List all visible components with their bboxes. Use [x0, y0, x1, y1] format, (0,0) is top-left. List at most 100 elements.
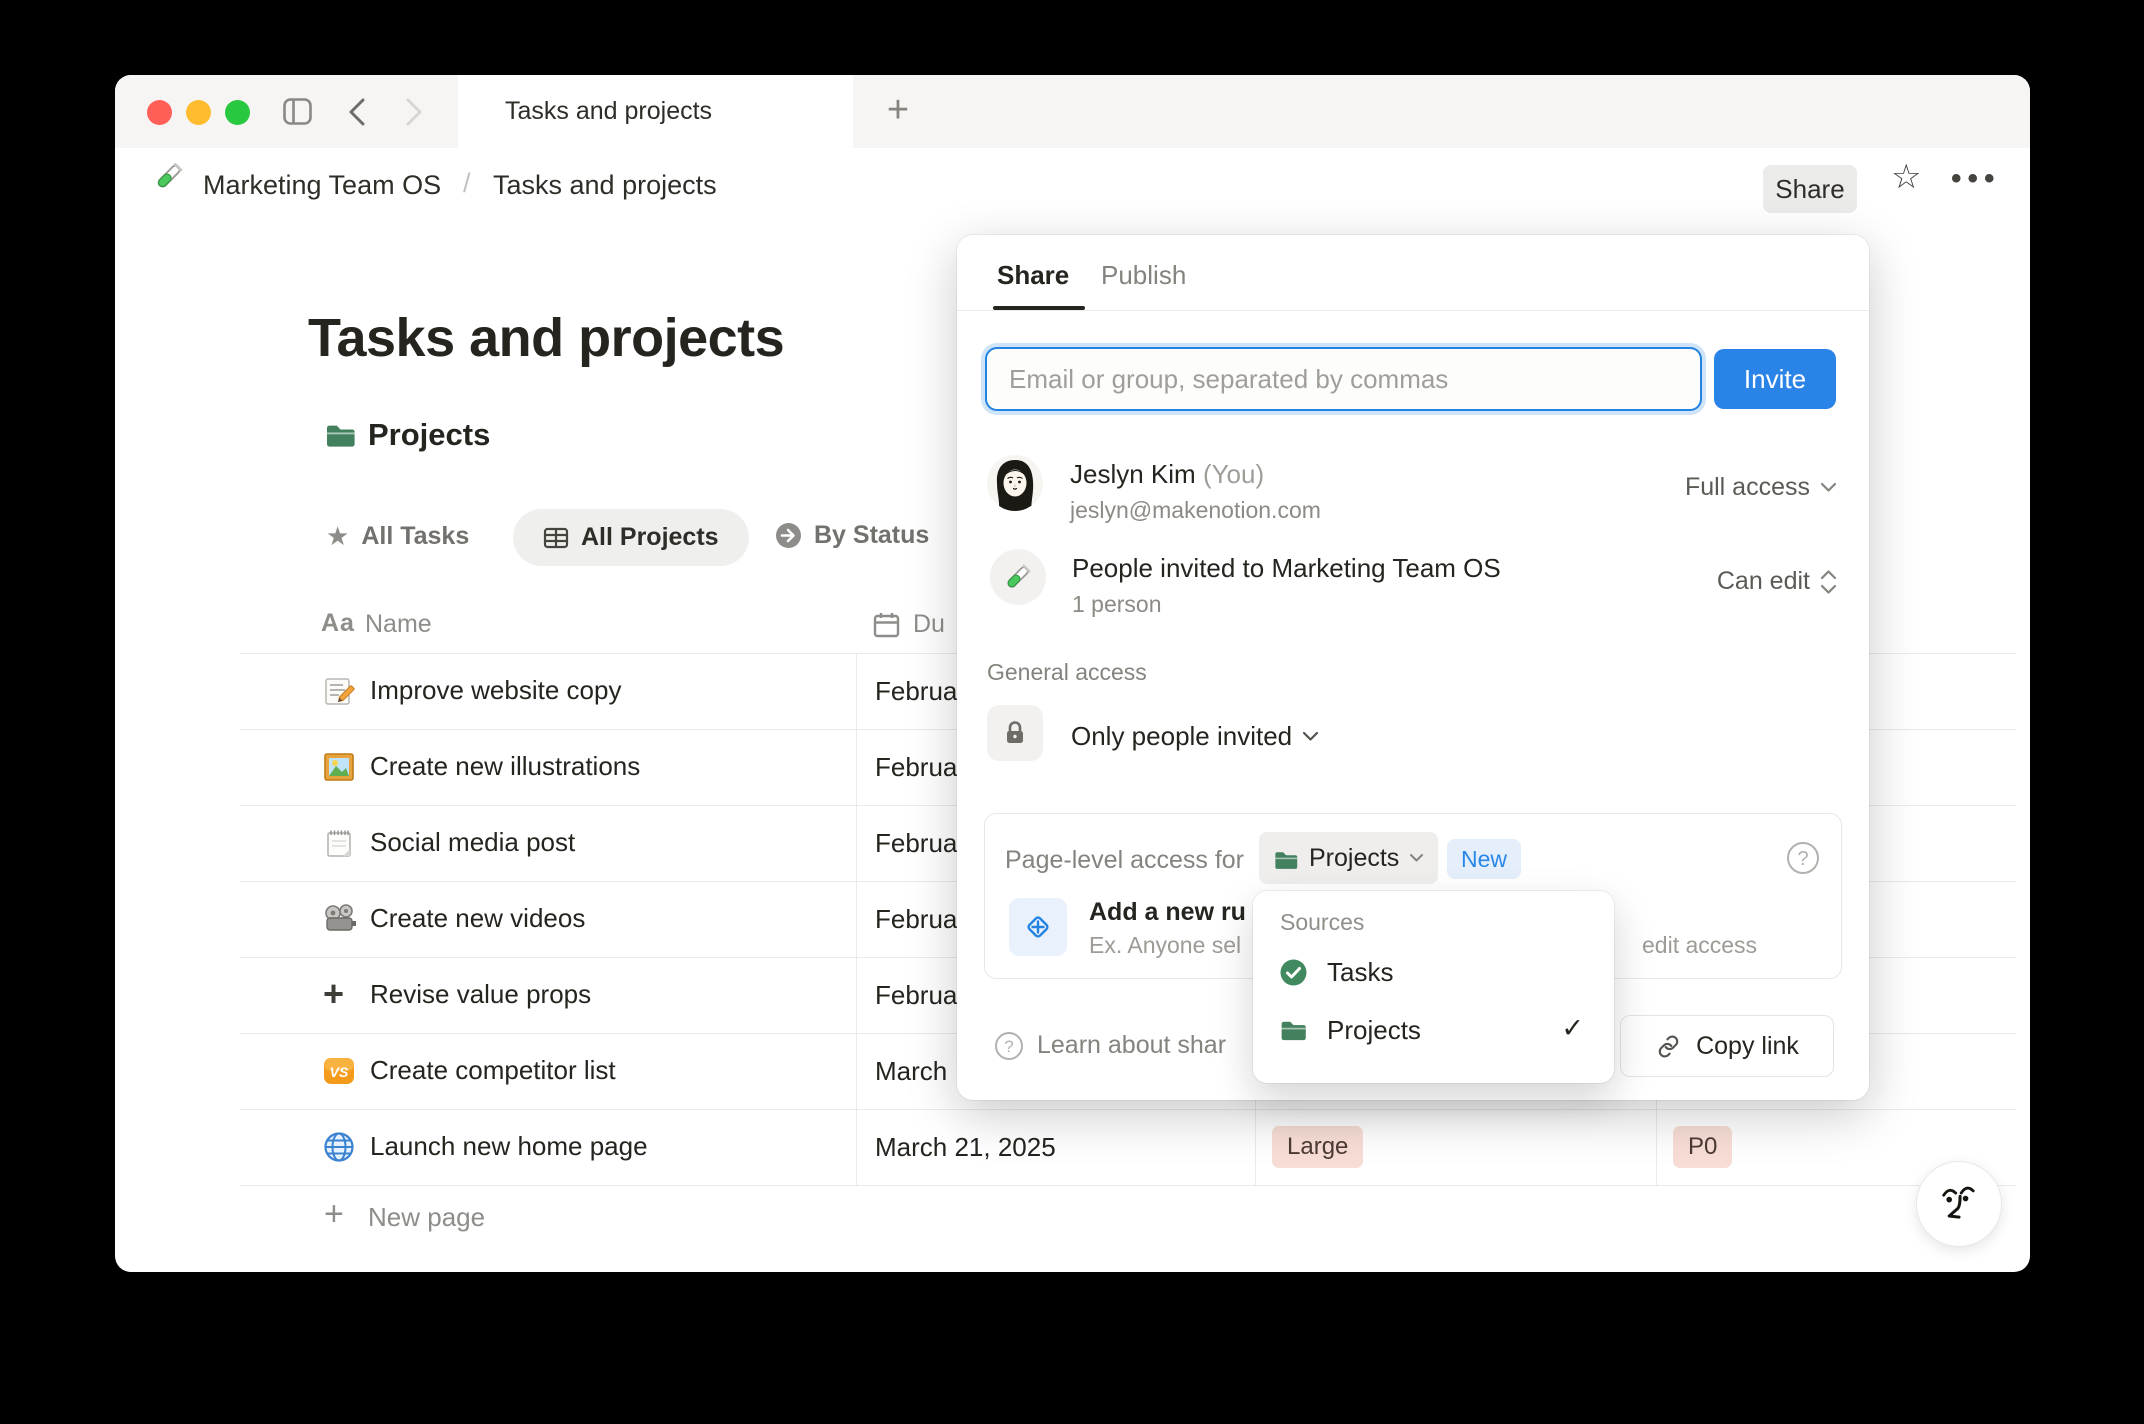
chevron-down-icon [1410, 854, 1424, 862]
size-badge[interactable]: Large [1272, 1126, 1364, 1168]
group-detail: 1 person [1072, 591, 1162, 617]
dialog-divider [957, 310, 1869, 311]
tab-title: Tasks and projects [505, 97, 713, 125]
chevron-down-icon [1820, 482, 1837, 492]
source-selector[interactable]: Projects [1259, 832, 1439, 884]
check-circle-icon [1280, 959, 1307, 986]
row-due-date[interactable]: March 21, 2025 [875, 1132, 1056, 1163]
folder-icon [327, 425, 355, 447]
invite-email-input[interactable] [987, 349, 1700, 409]
projector-icon [325, 904, 356, 931]
row-due-date[interactable]: Februa [875, 980, 957, 1011]
app-window: Tasks and projects + Marketing Team OS /… [115, 75, 2030, 1272]
row-name[interactable]: Launch new home page [370, 1131, 648, 1162]
check-icon: ✓ [1561, 1013, 1584, 1043]
view-tab-all-tasks[interactable]: ★ All Tasks [326, 521, 469, 552]
row-name[interactable]: Create new illustrations [370, 751, 640, 782]
folder-icon [1281, 1021, 1306, 1041]
active-tab[interactable]: Tasks and projects [458, 75, 853, 148]
notepad-icon [327, 830, 351, 857]
svg-text:VS: VS [330, 1064, 349, 1080]
more-options-icon[interactable]: ••• [1951, 162, 2001, 196]
chevron-down-icon [1303, 731, 1319, 741]
memo-icon [325, 678, 355, 705]
menu-item-projects[interactable]: Projects ✓ [1253, 1001, 1614, 1059]
zoom-window-button[interactable] [225, 100, 250, 125]
lock-icon [1007, 721, 1023, 743]
add-rule-tile [1009, 898, 1067, 956]
picture-icon [324, 753, 354, 781]
vs-icon: VS [324, 1058, 354, 1084]
group-avatar-test-tube-icon [990, 549, 1046, 605]
row-name[interactable]: Create competitor list [370, 1055, 616, 1086]
window-tab-bar: Tasks and projects + [115, 75, 2030, 148]
learn-about-sharing-link[interactable]: ? Learn about shar [995, 1031, 1226, 1060]
table-row[interactable]: Launch new home page March 21, 2025 Larg… [115, 1109, 2030, 1185]
lock-tile [987, 705, 1043, 761]
database-header: Projects [324, 417, 490, 454]
person-name: Jeslyn Kim (You) [1070, 459, 1265, 489]
row-due-date[interactable]: Februa [875, 752, 957, 783]
access-dropdown-can-edit[interactable]: Can edit [1717, 567, 1837, 596]
top-toolbar: Marketing Team OS / Tasks and projects S… [115, 148, 2030, 225]
add-rule-hint-tail: edit access [1642, 932, 1758, 958]
sidebar-toggle-icon[interactable] [283, 98, 312, 125]
view-tab-all-projects[interactable]: All Projects [513, 509, 749, 566]
chevron-up-down-icon [1820, 569, 1837, 594]
face-doodle-icon [1942, 1186, 1975, 1219]
diamond-plus-icon [1027, 916, 1049, 938]
page-title: Tasks and projects [308, 308, 785, 368]
share-dialog: Share Publish Invite Jeslyn Kim (You) je… [957, 235, 1869, 1100]
tab-share[interactable]: Share [997, 260, 1069, 291]
sources-menu: Sources Tasks Projects ✓ [1253, 891, 1614, 1083]
add-rule-title[interactable]: Add a new ru [1089, 898, 1246, 927]
back-chevron-icon[interactable] [348, 98, 366, 126]
new-tab-button[interactable]: + [873, 86, 923, 136]
avatar [987, 455, 1043, 511]
tab-publish[interactable]: Publish [1101, 260, 1186, 291]
forward-chevron-icon[interactable] [405, 98, 423, 126]
menu-item-tasks[interactable]: Tasks [1253, 943, 1614, 1001]
help-icon[interactable]: ? [1787, 842, 1819, 874]
add-rule-hint: Ex. Anyone sel [1089, 932, 1242, 958]
group-name: People invited to Marketing Team OS [1072, 553, 1501, 583]
general-access-dropdown[interactable]: Only people invited [1071, 721, 1319, 752]
row-name[interactable]: Revise value props [370, 979, 591, 1010]
calendar-icon [873, 613, 900, 638]
invite-button[interactable]: Invite [1714, 349, 1836, 409]
link-icon [1658, 1035, 1679, 1057]
row-name[interactable]: Create new videos [370, 903, 585, 934]
test-tube-icon [155, 161, 184, 191]
sources-menu-title: Sources [1280, 909, 1365, 935]
row-name[interactable]: Social media post [370, 827, 575, 858]
breadcrumb-page[interactable]: Tasks and projects [493, 170, 717, 201]
close-window-button[interactable] [147, 100, 172, 125]
new-page-row[interactable]: + New page [115, 1185, 2030, 1251]
favorite-star-icon[interactable]: ☆ [1891, 157, 1921, 197]
copy-link-button[interactable]: Copy link [1620, 1015, 1834, 1077]
help-icon: ? [995, 1031, 1023, 1060]
notion-assistant-button[interactable] [1916, 1161, 2002, 1247]
breadcrumb-separator: / [463, 168, 471, 198]
database-title[interactable]: Projects [368, 417, 490, 453]
minimize-window-button[interactable] [186, 100, 211, 125]
view-tab-by-status[interactable]: By Status [775, 521, 929, 550]
breadcrumb-workspace[interactable]: Marketing Team OS [203, 170, 441, 201]
row-due-date[interactable]: Februa [875, 904, 957, 935]
person-email: jeslyn@makenotion.com [1070, 497, 1321, 523]
row-due-date[interactable]: March [875, 1056, 947, 1087]
share-button[interactable]: Share [1763, 165, 1857, 213]
priority-badge[interactable]: P0 [1673, 1126, 1733, 1168]
page-level-access-label: Page-level access for [1005, 846, 1245, 874]
you-suffix: (You) [1202, 459, 1265, 489]
star-icon: ★ [326, 521, 350, 551]
globe-icon [324, 1132, 354, 1162]
new-page-label: New page [368, 1202, 486, 1232]
table-icon [543, 527, 569, 548]
access-dropdown-full-access[interactable]: Full access [1685, 473, 1837, 502]
screenshot-canvas: { "window": { "tab_title": "Tasks and pr… [0, 0, 2144, 1424]
new-badge: New [1447, 839, 1522, 879]
row-due-date[interactable]: Februa [875, 828, 957, 859]
row-name[interactable]: Improve website copy [370, 675, 621, 706]
row-due-date[interactable]: Februa [875, 676, 957, 707]
